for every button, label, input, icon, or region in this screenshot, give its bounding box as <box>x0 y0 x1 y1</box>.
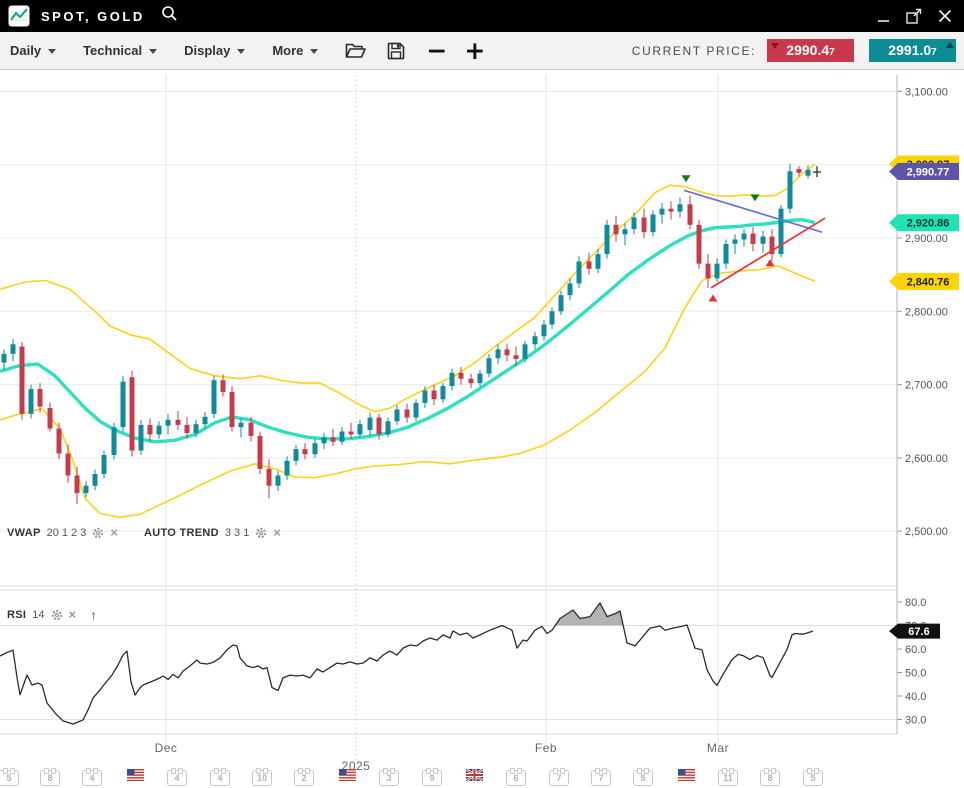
zoom-out-button[interactable]: − <box>426 41 447 61</box>
price-up-arrow-icon <box>946 42 954 48</box>
us-flag-icon[interactable] <box>339 769 356 781</box>
bands-layer <box>0 164 815 517</box>
calendar-event-icon[interactable]: 6 <box>506 770 526 786</box>
indicator-legend-row: VWAP 20 1 2 3 × AUTO TREND 3 3 1 × <box>7 527 281 539</box>
calendar-event-icon[interactable]: 7 <box>549 770 569 786</box>
bid-price-value: 2990.4 <box>786 42 829 58</box>
axis-layer: 3,100.003,000.002,900.002,800.002,700.00… <box>155 75 948 773</box>
autotrend-indicator-params: 3 3 1 <box>225 527 249 539</box>
svg-text:60.0: 60.0 <box>905 644 926 656</box>
indicator-legend-row: RSI 14 × ↑ <box>7 607 97 623</box>
chevron-down-icon <box>237 49 245 54</box>
gear-icon[interactable] <box>255 527 267 539</box>
remove-vwap-icon[interactable]: × <box>110 528 118 538</box>
move-pane-up-icon[interactable]: ↑ <box>90 607 97 623</box>
svg-text:2,920.86: 2,920.86 <box>907 218 950 230</box>
svg-text:Dec: Dec <box>155 741 178 755</box>
svg-text:80.0: 80.0 <box>905 597 926 609</box>
calendar-event-icon[interactable]: 5 <box>633 770 653 786</box>
minimize-button[interactable] <box>872 5 894 27</box>
svg-text:30.0: 30.0 <box>905 715 926 727</box>
rsi-indicator-params: 14 <box>32 609 44 621</box>
remove-autotrend-icon[interactable]: × <box>273 528 281 538</box>
svg-text:2,500.00: 2,500.00 <box>905 526 948 538</box>
menu-display-label: Display <box>184 43 230 58</box>
close-icon[interactable] <box>934 5 956 27</box>
menu-timeframe[interactable]: Daily <box>10 43 56 58</box>
us-flag-icon[interactable] <box>127 769 144 781</box>
svg-text:Feb: Feb <box>535 741 557 755</box>
vwap-indicator-params: 20 1 2 3 <box>47 527 87 539</box>
calendar-event-icon[interactable]: 5 <box>0 770 19 786</box>
bid-price-badge[interactable]: 2990.47 <box>767 39 854 62</box>
calendar-event-icon[interactable]: 11 <box>718 770 738 786</box>
calendar-event-icon[interactable]: 4 <box>82 770 102 786</box>
svg-text:3,100.00: 3,100.00 <box>905 86 948 98</box>
title-bar: SPOT, GOLD <box>0 0 964 32</box>
menu-display[interactable]: Display <box>184 43 245 58</box>
chart-canvas[interactable]: 3,100.003,000.002,900.002,800.002,700.00… <box>0 70 964 788</box>
remove-rsi-icon[interactable]: × <box>69 610 77 620</box>
svg-text:2,840.76: 2,840.76 <box>907 276 950 288</box>
autotrend-indicator-label: AUTO TREND <box>144 527 219 539</box>
price-down-arrow-icon <box>771 43 779 49</box>
svg-text:2,900.00: 2,900.00 <box>905 233 948 245</box>
svg-text:40.0: 40.0 <box>905 691 926 703</box>
chart-toolbar: Daily Technical Display More <box>0 32 964 70</box>
svg-text:2,990.77: 2,990.77 <box>907 166 950 178</box>
svg-text:2,700.00: 2,700.00 <box>905 380 948 392</box>
svg-text:50.0: 50.0 <box>905 668 926 680</box>
chevron-down-icon <box>149 49 157 54</box>
current-price-label: CURRENT PRICE: <box>632 44 756 58</box>
calendar-event-icon[interactable]: 8 <box>760 770 780 786</box>
ask-price-pip: 7 <box>931 47 937 58</box>
menu-more[interactable]: More <box>272 43 318 58</box>
calendar-event-icon[interactable]: 4 <box>210 770 230 786</box>
gear-icon[interactable] <box>51 609 63 621</box>
search-icon[interactable] <box>161 5 178 27</box>
app-logo-icon <box>8 5 30 27</box>
bid-price-pip: 7 <box>829 47 835 58</box>
svg-text:2,800.00: 2,800.00 <box>905 306 948 318</box>
calendar-event-icon[interactable]: 5 <box>803 770 823 786</box>
candles-layer <box>2 164 822 504</box>
zoom-in-button[interactable]: + <box>464 41 485 61</box>
chevron-down-icon <box>48 49 56 54</box>
calendar-event-icon[interactable]: 7 <box>591 770 611 786</box>
uk-flag-icon[interactable] <box>466 769 483 781</box>
rsi-layer <box>0 603 813 724</box>
menu-more-label: More <box>272 43 303 58</box>
ask-price-badge[interactable]: 2991.07 <box>869 39 956 62</box>
tags-layer: 3,000.972,990.772,920.862,840.7667.6 <box>889 155 959 638</box>
svg-text:2,600.00: 2,600.00 <box>905 453 948 465</box>
calendar-event-icon[interactable]: 9 <box>422 770 442 786</box>
menu-technical[interactable]: Technical <box>83 43 157 58</box>
calendar-event-icon[interactable]: 8 <box>40 770 60 786</box>
rsi-indicator-label: RSI <box>7 609 26 621</box>
open-folder-icon[interactable] <box>345 42 366 59</box>
chevron-down-icon <box>310 49 318 54</box>
vwap-indicator-label: VWAP <box>7 527 41 539</box>
calendar-event-icon[interactable]: 10 <box>252 770 272 786</box>
svg-text:67.6: 67.6 <box>908 626 929 638</box>
svg-text:Mar: Mar <box>707 741 729 755</box>
us-flag-icon[interactable] <box>678 769 695 781</box>
ask-price-value: 2991.0 <box>888 42 931 58</box>
calendar-event-icon[interactable]: 3 <box>379 770 399 786</box>
gear-icon[interactable] <box>92 527 104 539</box>
menu-technical-label: Technical <box>83 43 142 58</box>
save-icon[interactable] <box>387 42 405 60</box>
menu-timeframe-label: Daily <box>10 43 41 58</box>
calendar-event-icon[interactable]: 2 <box>294 770 314 786</box>
chart-application-window: SPOT, GOLD <box>0 0 964 788</box>
calendar-event-icon[interactable]: 4 <box>167 770 187 786</box>
popout-button[interactable] <box>903 5 925 27</box>
instrument-title: SPOT, GOLD <box>41 9 145 24</box>
